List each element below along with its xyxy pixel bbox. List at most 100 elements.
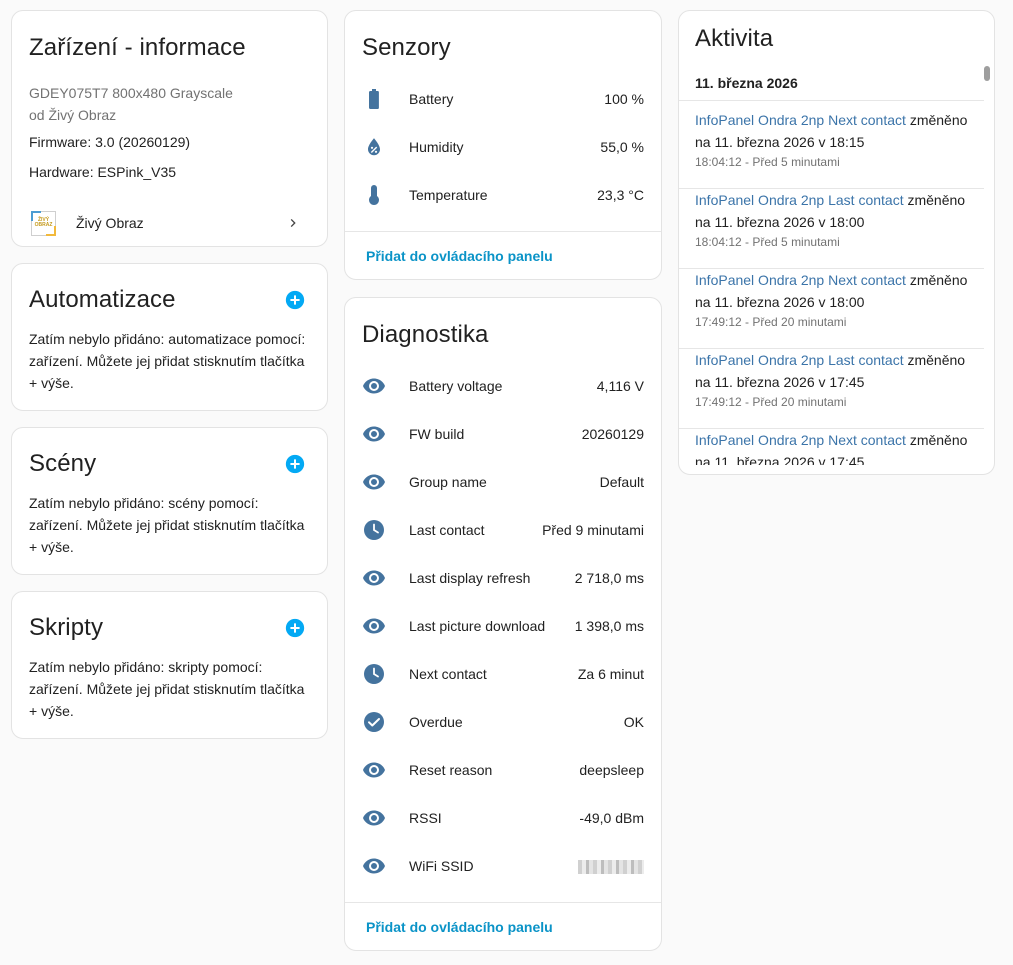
brand-name: Živý Obraz: [76, 215, 144, 231]
sensor-value: 55,0 %: [600, 139, 644, 155]
activity-text: InfoPanel Ondra 2np Next contact změněno…: [695, 109, 974, 153]
check-circle-icon: [364, 712, 384, 732]
automation-card: Automatizace Zatím nebylo přidáno: autom…: [11, 263, 328, 411]
activity-entity-link[interactable]: InfoPanel Ondra 2np Next contact: [695, 272, 906, 288]
diagnostic-value: -49,0 dBm: [579, 810, 644, 826]
activity-timestamp: 17:49:12 - Před 20 minutami: [695, 395, 847, 409]
diagnostics-title: Diagnostika: [362, 321, 489, 348]
activity-scrollbar[interactable]: [984, 66, 990, 81]
clock-icon: [364, 520, 384, 540]
scenes-empty-text: Zatím nebylo přidáno: scény pomocí: zaří…: [29, 495, 305, 555]
sensor-row-temperature[interactable]: Temperature 23,3 °C: [345, 171, 661, 219]
activity-action: změněno: [907, 352, 966, 368]
activity-card: Aktivita 11. března 2026 InfoPanel Ondra…: [678, 10, 995, 475]
add-script-icon[interactable]: [285, 618, 305, 638]
activity-entry: InfoPanel Ondra 2np Last contact změněno…: [679, 349, 984, 429]
device-firmware: Firmware: 3.0 (20260129): [29, 134, 191, 150]
activity-text: InfoPanel Ondra 2np Last contact změněno…: [695, 189, 974, 233]
diagnostic-name: Last picture download: [409, 618, 546, 634]
scenes-title: Scény: [29, 450, 97, 477]
activity-action: změněno: [907, 192, 966, 208]
diagnostic-value: 1 398,0 ms: [574, 618, 644, 634]
activity-detail: na 11. března 2026 v 17:45: [695, 374, 865, 390]
diagnostic-value: 4,116 V: [596, 378, 644, 394]
device-info-card: Zařízení - informace GDEY075T7 800x480 G…: [11, 10, 328, 247]
activity-action: změněno: [909, 112, 968, 128]
diagnostic-name: Group name: [409, 474, 487, 490]
activity-entry: InfoPanel Ondra 2np Last contact změněno…: [679, 189, 984, 269]
activity-timestamp: 18:04:12 - Před 5 minutami: [695, 155, 840, 169]
diagnostic-value: 20260129: [581, 426, 644, 442]
chevron-right-icon: [290, 219, 296, 227]
diagnostic-row[interactable]: Reset reason deepsleep: [345, 746, 661, 794]
diagnostic-row[interactable]: Last picture download 1 398,0 ms: [345, 602, 661, 650]
diagnostic-name: RSSI: [409, 810, 442, 826]
diagnostic-row[interactable]: Next contact Za 6 minut: [345, 650, 661, 698]
activity-entity-link[interactable]: InfoPanel Ondra 2np Next contact: [695, 432, 906, 448]
activity-entry: InfoPanel Ondra 2np Next contact změněno…: [679, 269, 984, 349]
redacted-value: [578, 858, 644, 875]
diagnostic-row[interactable]: Group name Default: [345, 458, 661, 506]
device-hardware: Hardware: ESPink_V35: [29, 164, 177, 180]
divider: [345, 902, 661, 903]
diagnostic-name: Reset reason: [409, 762, 493, 778]
eye-icon: [363, 858, 385, 874]
scripts-empty-text: Zatím nebylo přidáno: skripty pomocí: za…: [29, 659, 305, 719]
diagnostic-value: 2 718,0 ms: [574, 570, 644, 586]
sensor-row-humidity[interactable]: Humidity 55,0 %: [345, 123, 661, 171]
diagnostic-row[interactable]: Overdue OK: [345, 698, 661, 746]
activity-entity-link[interactable]: InfoPanel Ondra 2np Last contact: [695, 192, 904, 208]
diagnostic-name: Next contact: [409, 666, 487, 682]
activity-entity-link[interactable]: InfoPanel Ondra 2np Last contact: [695, 352, 904, 368]
thermometer-icon: [369, 185, 379, 205]
device-manufacturer: od Živý Obraz: [29, 107, 117, 123]
diagnostic-value: Za 6 minut: [577, 666, 644, 682]
diagnostic-value: Před 9 minutami: [542, 522, 644, 538]
activity-list[interactable]: 11. března 2026 InfoPanel Ondra 2np Next…: [679, 67, 984, 465]
activity-timestamp: 17:49:12 - Před 20 minutami: [695, 315, 847, 329]
water-percent-icon: [368, 138, 380, 156]
scenes-card: Scény Zatím nebylo přidáno: scény pomocí…: [11, 427, 328, 575]
diagnostics-add-to-dashboard-link[interactable]: Přidat do ovládacího panelu: [366, 919, 553, 935]
eye-icon: [363, 618, 385, 634]
divider: [679, 100, 984, 101]
device-info-title: Zařízení - informace: [29, 34, 246, 61]
scripts-title: Skripty: [29, 614, 104, 641]
activity-entity-link[interactable]: InfoPanel Ondra 2np Next contact: [695, 112, 906, 128]
eye-icon: [363, 474, 385, 490]
brand-logo: ŽIVÝ OBRAZ: [31, 210, 56, 236]
diagnostic-value: Default: [599, 474, 644, 490]
sensor-name: Battery: [409, 91, 454, 107]
device-model-block: GDEY075T7 800x480 Grayscale od Živý Obra…: [29, 82, 233, 126]
activity-timestamp: 18:04:12 - Před 5 minutami: [695, 235, 840, 249]
diagnostic-row[interactable]: Last display refresh 2 718,0 ms: [345, 554, 661, 602]
add-automation-icon[interactable]: [285, 290, 305, 310]
eye-icon: [363, 762, 385, 778]
activity-detail: na 11. března 2026 v 17:45: [695, 454, 865, 465]
activity-date-header: 11. března 2026: [695, 75, 798, 91]
sensors-card: Senzory Battery 100 % Humidity 55,0 % Te…: [344, 10, 662, 280]
sensor-name: Temperature: [409, 187, 488, 203]
diagnostic-name: Battery voltage: [409, 378, 503, 394]
activity-action: změněno: [909, 432, 968, 448]
diagnostic-row[interactable]: FW build 20260129: [345, 410, 661, 458]
eye-icon: [363, 426, 385, 442]
device-model: GDEY075T7 800x480 Grayscale: [29, 85, 233, 101]
diagnostic-row[interactable]: WiFi SSID: [345, 842, 661, 890]
sensors-add-to-dashboard-link[interactable]: Přidat do ovládacího panelu: [366, 248, 553, 264]
diagnostic-row[interactable]: Last contact Před 9 minutami: [345, 506, 661, 554]
brand-link[interactable]: ŽIVÝ OBRAZ Živý Obraz: [12, 205, 327, 241]
diagnostic-row[interactable]: Battery voltage 4,116 V: [345, 362, 661, 410]
add-scene-icon[interactable]: [285, 454, 305, 474]
activity-entry: InfoPanel Ondra 2np Next contact změněno…: [679, 429, 984, 465]
sensor-value: 23,3 °C: [597, 187, 644, 203]
diagnostic-name: FW build: [409, 426, 465, 442]
sensor-name: Humidity: [409, 139, 464, 155]
diagnostic-row[interactable]: RSSI -49,0 dBm: [345, 794, 661, 842]
eye-icon: [363, 810, 385, 826]
scripts-card: Skripty Zatím nebylo přidáno: skripty po…: [11, 591, 328, 739]
activity-action: změněno: [909, 272, 968, 288]
sensor-value: 100 %: [604, 91, 644, 107]
activity-detail: na 11. března 2026 v 18:00: [695, 294, 865, 310]
sensor-row-battery[interactable]: Battery 100 %: [345, 75, 661, 123]
